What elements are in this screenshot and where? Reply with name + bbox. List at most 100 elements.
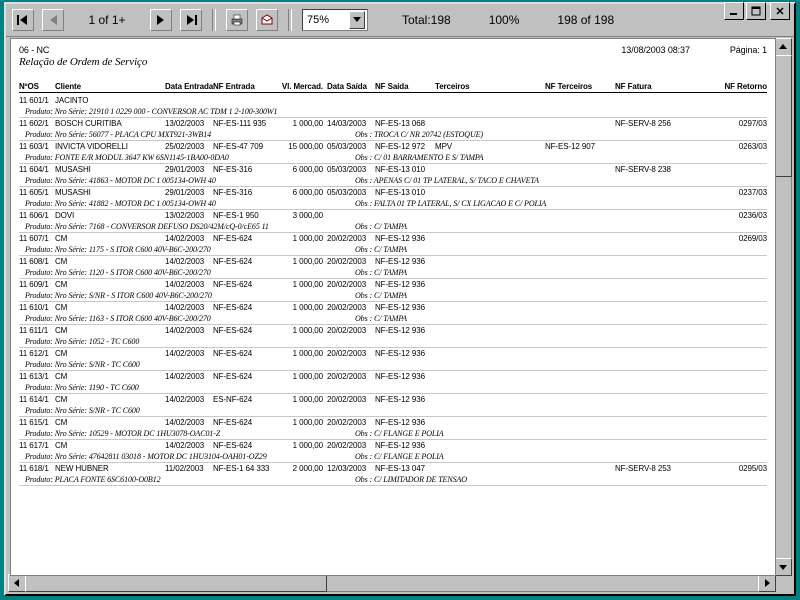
- cell-ret: [685, 279, 767, 290]
- cell-dts: 20/02/2003: [323, 417, 375, 428]
- cell-produto: Produto: FONTE E/R MODUL 3647 KW 6SN1145…: [19, 152, 355, 163]
- scroll-right-button[interactable]: [758, 574, 776, 592]
- table-row: 11 604/1MUSASHI29/01/2003NF-ES-3166 000,…: [19, 164, 767, 187]
- cell-ter: [435, 210, 545, 221]
- cell-obs: Obs : APENAS C/ 01 TP LATERAL, S/ TACO E…: [355, 175, 539, 186]
- next-page-button[interactable]: [150, 9, 172, 31]
- cell-ter: [435, 187, 545, 198]
- records-info: 198 of 198: [557, 13, 614, 27]
- scroll-up-button[interactable]: [774, 38, 792, 56]
- chevron-down-icon[interactable]: [349, 11, 365, 29]
- scroll-thumb-v[interactable]: [774, 55, 792, 177]
- cell-dte: 25/02/2003: [165, 141, 213, 152]
- cell-nft: [545, 164, 615, 175]
- cell-nff: [615, 440, 685, 451]
- cell-nft: [545, 118, 615, 129]
- cell-dts: 05/03/2003: [323, 164, 375, 175]
- cell-dts: 20/02/2003: [323, 440, 375, 451]
- cell-obs: Obs : C/ TAMPA: [355, 290, 407, 301]
- cell-nfs: NF-ES-13 068: [375, 118, 435, 129]
- table-row: 11 609/1CM14/02/2003NF-ES-6241 000,0020/…: [19, 279, 767, 302]
- cell-no: 11 618/1: [19, 463, 55, 474]
- scroll-down-button[interactable]: [774, 558, 792, 576]
- cell-dts: 20/02/2003: [323, 325, 375, 336]
- cell-obs: Obs : C/ TAMPA: [355, 313, 407, 324]
- cell-ret: [685, 256, 767, 267]
- prev-page-button[interactable]: [42, 9, 64, 31]
- cell-ter: [435, 95, 545, 106]
- scroll-thumb-h[interactable]: [25, 574, 327, 592]
- cell-cli: CM: [55, 417, 165, 428]
- cell-ter: [435, 463, 545, 474]
- cell-dte: 14/02/2003: [165, 417, 213, 428]
- cell-nfs: NF-ES-13 010: [375, 187, 435, 198]
- maximize-button[interactable]: [746, 2, 766, 20]
- report-header: 06 - NC 13/08/2003 08:37 Página: 1: [19, 45, 767, 55]
- cell-nff: [615, 141, 685, 152]
- cell-dte: 13/02/2003: [165, 210, 213, 221]
- cell-cli: CM: [55, 233, 165, 244]
- cell-dte: 29/01/2003: [165, 164, 213, 175]
- close-button[interactable]: [770, 2, 790, 20]
- cell-ter: [435, 302, 545, 313]
- cell-no: 11 609/1: [19, 279, 55, 290]
- horizontal-scrollbar[interactable]: [8, 574, 776, 592]
- cell-vl: 1 000,00: [273, 302, 323, 313]
- export-button[interactable]: [256, 9, 278, 31]
- cell-ret: [685, 325, 767, 336]
- cell-vl: 1 000,00: [273, 118, 323, 129]
- cell-vl: 2 000,00: [273, 463, 323, 474]
- minimize-button[interactable]: [724, 2, 744, 20]
- report-subtitle: Relação de Ordem de Serviço: [19, 56, 767, 68]
- table-row: 11 602/1BOSCH CURITIBA13/02/2003NF-ES-11…: [19, 118, 767, 141]
- cell-produto: Produto: Nro Série: 7168 - CONVERSOR DEF…: [19, 221, 355, 232]
- cell-produto: Produto: Nro Série: S/NR - TC C600: [19, 405, 355, 416]
- cell-nff: [615, 417, 685, 428]
- vertical-scrollbar[interactable]: [774, 38, 792, 576]
- cell-nfs: NF-ES-12 936: [375, 394, 435, 405]
- cell-nft: [545, 233, 615, 244]
- cell-ret: [685, 371, 767, 382]
- table-row: 11 614/1CM14/02/2003ES-NF-6241 000,0020/…: [19, 394, 767, 417]
- hdr-nfs: NF Saída: [375, 82, 435, 91]
- first-page-button[interactable]: [12, 9, 34, 31]
- hdr-cli: Cliente: [55, 82, 165, 91]
- cell-obs: Obs : C/ LIMITADOR DE TENSAO: [355, 474, 467, 485]
- cell-ret: [685, 440, 767, 451]
- cell-dte: 14/02/2003: [165, 371, 213, 382]
- cell-cli: CM: [55, 348, 165, 359]
- cell-nff: [615, 256, 685, 267]
- cell-nft: [545, 325, 615, 336]
- scroll-left-button[interactable]: [8, 574, 26, 592]
- cell-produto: Produto: Nro Série: 10529 - MOTOR DC 1HU…: [19, 428, 355, 439]
- cell-ret: [685, 394, 767, 405]
- zoom-select[interactable]: 75%: [302, 9, 368, 31]
- cell-nfs: NF-ES-13 047: [375, 463, 435, 474]
- cell-obs: Obs : C/ FLANGE E POLIA: [355, 451, 444, 462]
- table-row: 11 612/1CM14/02/2003NF-ES-6241 000,0020/…: [19, 348, 767, 371]
- cell-nft: [545, 394, 615, 405]
- cell-vl: 1 000,00: [273, 279, 323, 290]
- cell-nft: [545, 256, 615, 267]
- cell-ret: 0297/03: [685, 118, 767, 129]
- cell-ter: [435, 417, 545, 428]
- cell-ter: [435, 440, 545, 451]
- table-row: 11 607/1CM14/02/2003NF-ES-6241 000,0020/…: [19, 233, 767, 256]
- hdr-nft: NF Terceiros: [545, 82, 615, 91]
- cell-ter: [435, 394, 545, 405]
- cell-dte: 14/02/2003: [165, 348, 213, 359]
- cell-cli: NEW HUBNER: [55, 463, 165, 474]
- toolbar-separator: [212, 9, 216, 31]
- cell-nfs: [375, 210, 435, 221]
- cell-cli: DOVI: [55, 210, 165, 221]
- cell-no: 11 612/1: [19, 348, 55, 359]
- cell-nft: NF-ES-12 907: [545, 141, 615, 152]
- cell-nfs: NF-ES-12 936: [375, 302, 435, 313]
- cell-dts: 12/03/2003: [323, 463, 375, 474]
- cell-cli: CM: [55, 302, 165, 313]
- cell-ter: [435, 118, 545, 129]
- last-page-button[interactable]: [180, 9, 202, 31]
- cell-no: 11 607/1: [19, 233, 55, 244]
- cell-nff: [615, 187, 685, 198]
- print-button[interactable]: [226, 9, 248, 31]
